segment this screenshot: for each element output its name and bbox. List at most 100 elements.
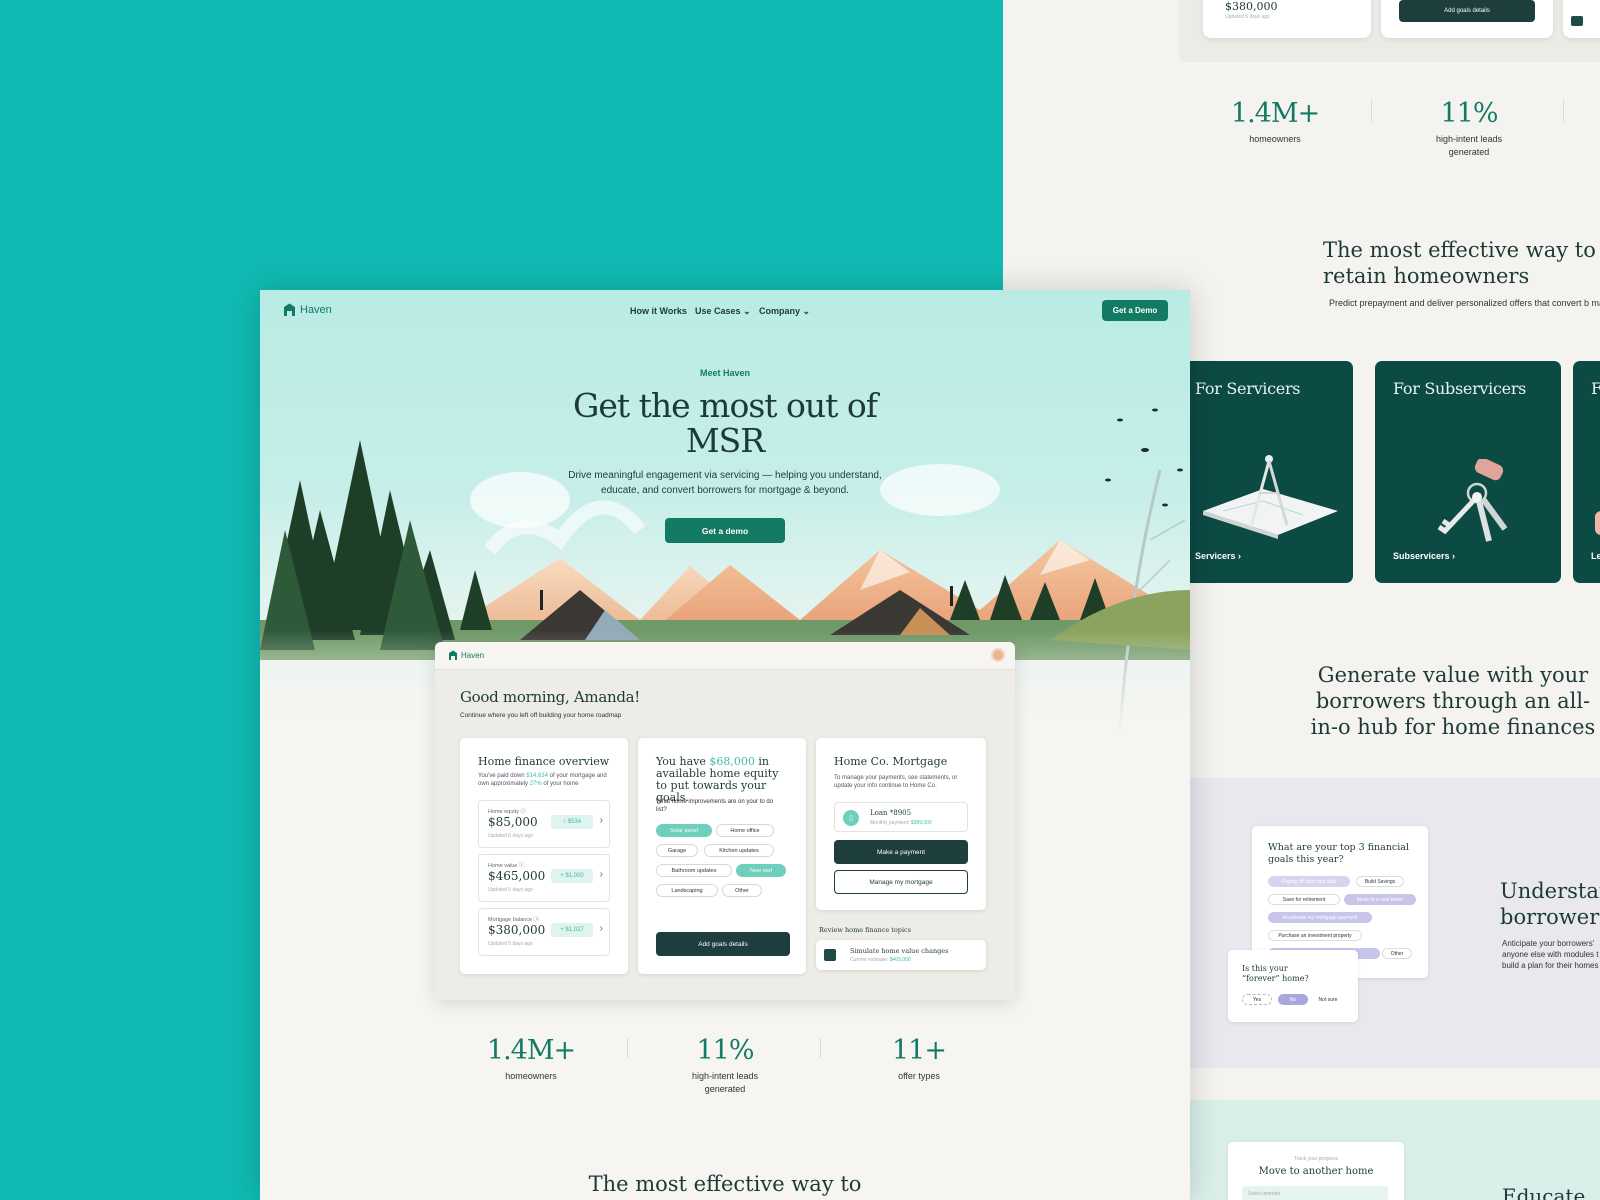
chip-landscaping[interactable]: Landscaping <box>656 884 718 897</box>
hero-title: Get the most out of MSR <box>573 386 878 460</box>
haven-logo-icon <box>284 303 295 316</box>
get-a-demo-hero-button[interactable]: Get a demo <box>665 518 785 543</box>
mortgage-balance-card: $380,000 Updated 5 days ago <box>1203 0 1371 38</box>
get-a-demo-nav-button[interactable]: Get a Demo <box>1102 300 1168 321</box>
nav-use-cases[interactable]: Use Cases ⌄ <box>695 306 751 317</box>
home-equity-goals-card: You have $68,000 in available home equit… <box>638 738 806 974</box>
add-goals-button[interactable]: Add goals details <box>1399 0 1535 22</box>
goals-card: Add goals details <box>1381 0 1553 38</box>
chip-new-roof[interactable]: New roof <box>736 864 786 877</box>
row-delta: + $1,027 <box>551 923 593 937</box>
goals-question: What home improvements are on your to do… <box>656 799 774 813</box>
understand-section: What are your top 3 financial goals this… <box>1190 778 1600 1068</box>
chevron-right-icon: › <box>599 815 603 826</box>
balance-updated: Updated 5 days ago <box>1225 14 1270 20</box>
dashboard-header: Haven <box>435 642 1015 670</box>
topic-sub-value: $465,000 <box>889 957 911 963</box>
chip-kitchen-updates[interactable]: Kitchen updates <box>704 844 774 857</box>
section-title: The most effective way to <box>588 1172 862 1196</box>
nav-company[interactable]: Company ⌄ <box>759 306 810 317</box>
stat-number: 11+ <box>892 1035 947 1066</box>
stat-label: offer types <box>898 1071 940 1081</box>
card-title: F <box>1591 379 1600 398</box>
chip-home-office[interactable]: Home office <box>716 824 774 837</box>
stat-offer-types: 11+ offer types <box>844 1035 994 1083</box>
loan-number: Loan *8905 <box>870 809 912 817</box>
add-goals-details-button[interactable]: Add goals details <box>656 932 790 956</box>
chip-solar-panel[interactable]: Solar panel <box>656 824 712 837</box>
quiz-chip[interactable]: Move to a new home <box>1344 894 1416 905</box>
card-title: For Subservicers <box>1393 379 1527 398</box>
back-section-desc: Predict prepayment and deliver personali… <box>1329 298 1600 308</box>
option-no[interactable]: No <box>1278 994 1308 1005</box>
document-icon: ▯ <box>843 810 859 826</box>
option-not-sure[interactable]: Not sure <box>1312 994 1344 1005</box>
topics-heading: Review home finance topics <box>819 926 912 934</box>
card-title: Home finance overview <box>478 755 610 768</box>
move-home-card: Track your progress Move to another home… <box>1228 1142 1404 1200</box>
quiz-chip[interactable]: Accelerate my mortgage payment <box>1268 912 1372 923</box>
card-title: You have $68,000 in available home equit… <box>656 756 792 804</box>
quiz-question: What are your top 3 financial goals this… <box>1268 842 1409 865</box>
avatar[interactable] <box>991 648 1005 662</box>
row-value: $85,000 <box>488 815 538 829</box>
quiz-chip[interactable]: Purchase an investment property <box>1268 930 1362 941</box>
stat-label: homeowners <box>505 1071 557 1081</box>
topic-title: Simulate home value changes <box>850 947 949 955</box>
quiz-chip[interactable]: Save for retirement <box>1268 894 1340 905</box>
servicers-link[interactable]: Servicers › <box>1195 551 1241 561</box>
keys-icon <box>1437 459 1508 542</box>
option-yes[interactable]: Yes <box>1242 994 1272 1005</box>
lenders-link[interactable]: Le <box>1591 551 1600 561</box>
stat-label: high-intent leads generated <box>691 1071 759 1094</box>
lenders-card[interactable]: F Le <box>1573 361 1600 583</box>
mortgage-card: Home Co. Mortgage To manage your payment… <box>816 738 986 910</box>
simulate-topic-card[interactable]: Simulate home value changes Current esti… <box>816 940 986 970</box>
home-value-row[interactable]: Home value ⓘ $465,000 + $1,000 › Updated… <box>478 854 610 902</box>
divider <box>820 1038 821 1058</box>
monthly-label: Monthly payment: <box>870 820 911 826</box>
hero-eyebrow: Meet Haven <box>699 368 751 378</box>
brand-logo[interactable]: Haven <box>283 303 332 317</box>
chevron-down-icon: ⌄ <box>802 306 811 316</box>
topic-sub: Current estimate: $465,000 <box>850 957 911 963</box>
servicers-card[interactable]: For Servicers Servicers › <box>1173 361 1353 583</box>
card-subtitle: Track your progress <box>1293 1156 1339 1162</box>
subservicers-card[interactable]: For Subservicers Subservicers › <box>1375 361 1561 583</box>
card-title: Home Co. Mortgage <box>834 755 948 768</box>
subservicers-link[interactable]: Subservicers › <box>1393 551 1455 561</box>
row-updated: Updated 5 days ago <box>488 941 533 947</box>
card-icon <box>1571 16 1583 26</box>
chip-other[interactable]: Other <box>722 884 762 897</box>
stat-homeowners: 1.4M+ homeowners <box>456 1035 606 1083</box>
quiz-chip[interactable]: Other <box>1382 948 1412 959</box>
card-title: For Servicers <box>1195 379 1301 398</box>
stat-number: 1.4M+ <box>1230 98 1320 129</box>
compass-icon <box>1203 455 1338 539</box>
make-payment-button[interactable]: Make a payment <box>834 840 968 864</box>
chip-bathroom-updates[interactable]: Bathroom updates <box>656 864 732 877</box>
chart-icon <box>824 949 836 961</box>
chip-garage[interactable]: Garage <box>656 844 698 857</box>
balance-value: $380,000 <box>1225 0 1278 13</box>
paid-amount: $14,634 <box>526 773 548 779</box>
educate-title: Educate <box>1502 1184 1586 1200</box>
quiz-chip[interactable]: Paying off high cost debt <box>1268 876 1350 887</box>
home-equity-row[interactable]: Home equity ⓘ $85,000 ↑ $534 › Updated 6… <box>478 800 610 848</box>
manage-mortgage-button[interactable]: Manage my mortgage <box>834 870 968 894</box>
row-label: Mortgage balance ⓘ <box>488 917 540 923</box>
row-delta: + $1,000 <box>551 869 593 883</box>
quiz-chip[interactable]: Build Savings <box>1356 876 1404 887</box>
forever-question: Is this your “forever” home? <box>1242 964 1309 983</box>
stat-number: 1.4M+ <box>486 1035 576 1066</box>
amount-field[interactable]: Select amount <box>1242 1186 1388 1200</box>
loan-row[interactable]: ▯ Loan *8905 Monthly payment: $389,000 <box>834 802 968 832</box>
stat-number: 11% <box>1440 98 1498 129</box>
owned-percent: 27% <box>529 781 542 787</box>
dashboard-brand: Haven <box>461 651 485 660</box>
nav-how-it-works[interactable]: How it Works <box>630 306 687 316</box>
row-updated: Updated 5 days ago <box>488 887 533 893</box>
mortgage-balance-row[interactable]: Mortgage balance ⓘ $380,000 + $1,027 › U… <box>478 908 610 956</box>
row-value: $380,000 <box>488 923 546 937</box>
understand-desc: Anticipate your borrowers' anyone else w… <box>1502 939 1599 970</box>
